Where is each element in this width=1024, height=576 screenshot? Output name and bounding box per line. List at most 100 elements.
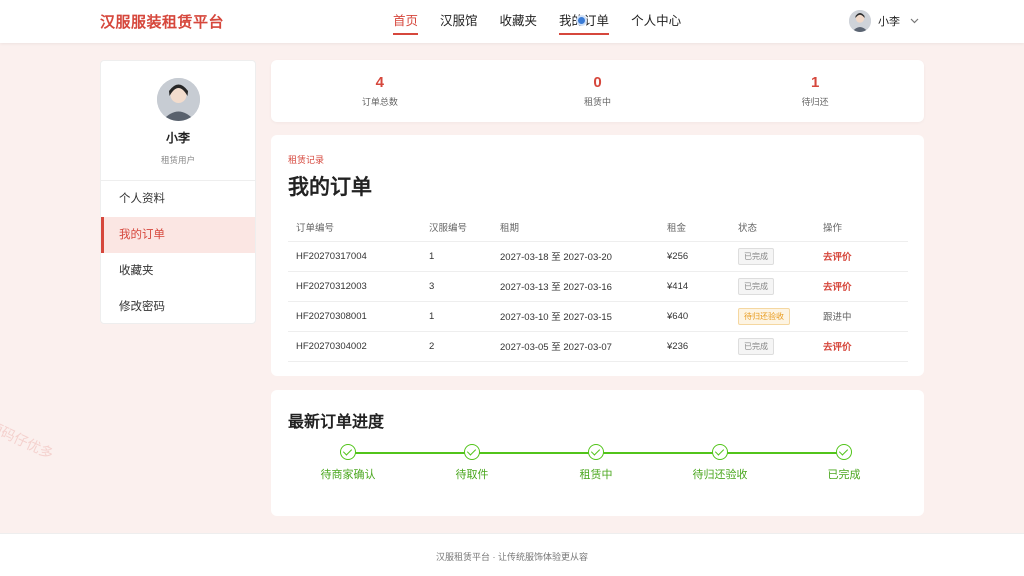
user-name: 小李 bbox=[878, 16, 900, 28]
footer: 汉服租赁平台 · 让传统服饰体验更从容 bbox=[0, 533, 1024, 576]
col-rent: 租金 bbox=[659, 213, 730, 242]
mouse-cursor-icon bbox=[576, 15, 588, 26]
nav-favorites-label: 收藏夹 bbox=[499, 14, 538, 28]
profile-role: 租赁用户 bbox=[160, 155, 195, 165]
chevron-down-icon bbox=[910, 16, 919, 26]
profile-name: 小李 bbox=[165, 131, 190, 145]
check-circle-icon bbox=[712, 444, 728, 460]
review-button[interactable]: 去评价 bbox=[823, 252, 852, 263]
brand-logo[interactable]: 汉服服装租赁平台 bbox=[100, 11, 224, 32]
table-row: HF20270304002 2 2027-03-05 至 2027-03-07 … bbox=[288, 331, 908, 362]
stats-card: 4 订单总数 0 租赁中 1 待归还 bbox=[271, 60, 924, 122]
stat-value: 4 bbox=[375, 74, 384, 91]
nav-personal-center-label: 个人中心 bbox=[631, 14, 682, 28]
stat-value: 1 bbox=[811, 74, 820, 91]
step-label: 待归还验收 bbox=[692, 469, 748, 481]
status-badge: 已完成 bbox=[738, 277, 774, 295]
cell-order-id: HF20270304002 bbox=[288, 331, 421, 362]
table-header-row: 订单编号 汉服编号 租期 租金 状态 操作 bbox=[288, 213, 908, 242]
stat-label: 租赁中 bbox=[584, 97, 612, 107]
cell-rent: ¥236 bbox=[659, 331, 730, 362]
col-item-id: 汉服编号 bbox=[421, 213, 492, 242]
order-progress-card: 最新订单进度 待商家确认 待取件 租赁中 待归还验收 已完成 bbox=[271, 390, 924, 516]
cell-item-id: 3 bbox=[421, 271, 492, 302]
nav-favorites[interactable]: 收藏夹 bbox=[500, 0, 538, 43]
stat-renting: 0 租赁中 bbox=[489, 60, 707, 122]
step-label: 租赁中 bbox=[579, 469, 613, 481]
sidebar: 小李 租赁用户 个人资料 我的订单 收藏夹 修改密码 bbox=[100, 60, 256, 324]
nav-hanfu-hall[interactable]: 汉服馆 bbox=[440, 0, 478, 43]
sidebar-item-profile[interactable]: 个人资料 bbox=[101, 181, 255, 217]
review-button[interactable]: 去评价 bbox=[823, 282, 852, 293]
cell-action: 去评价 bbox=[815, 331, 908, 362]
progress-step: 待取件 bbox=[422, 444, 522, 482]
progress-title: 最新订单进度 bbox=[288, 414, 385, 431]
orders-table: 订单编号 汉服编号 租期 租金 状态 操作 HF20270317004 1 20… bbox=[288, 213, 908, 362]
user-avatar-icon bbox=[156, 78, 200, 121]
nav-my-orders[interactable]: 我的订单 bbox=[559, 0, 610, 43]
table-row: HF20270308001 1 2027-03-10 至 2027-03-15 … bbox=[288, 301, 908, 332]
progress-step: 待归还验收 bbox=[670, 444, 770, 482]
cell-status: 待归还验收 bbox=[730, 301, 815, 332]
cell-item-id: 1 bbox=[421, 241, 492, 272]
col-status: 状态 bbox=[730, 213, 815, 242]
nav-personal-center[interactable]: 个人中心 bbox=[631, 0, 681, 43]
progress-step: 租赁中 bbox=[546, 444, 646, 482]
sidebar-item-favorites[interactable]: 收藏夹 bbox=[101, 253, 255, 289]
check-circle-icon bbox=[836, 444, 852, 460]
nav-hanfu-hall-label: 汉服馆 bbox=[440, 14, 478, 28]
nav-active-underline bbox=[393, 33, 419, 35]
step-label: 已完成 bbox=[827, 469, 861, 481]
cell-action: 去评价 bbox=[815, 241, 908, 272]
cell-order-id: HF20270317004 bbox=[288, 241, 421, 272]
cell-period: 2027-03-13 至 2027-03-16 bbox=[492, 271, 659, 302]
status-badge: 已完成 bbox=[738, 247, 774, 265]
step-label: 待取件 bbox=[455, 469, 489, 481]
status-badge: 已完成 bbox=[738, 337, 774, 355]
section-kicker: 租赁记录 bbox=[288, 155, 325, 165]
sidebar-item-my-orders[interactable]: 我的订单 bbox=[101, 217, 255, 253]
col-action: 操作 bbox=[815, 213, 908, 242]
profile-card: 小李 租赁用户 bbox=[101, 61, 255, 181]
stat-value: 0 bbox=[593, 74, 602, 91]
cell-period: 2027-03-10 至 2027-03-15 bbox=[492, 301, 659, 332]
progress-step: 已完成 bbox=[794, 444, 894, 482]
col-order-id: 订单编号 bbox=[288, 213, 421, 242]
check-circle-icon bbox=[588, 444, 604, 460]
table-row: HF20270317004 1 2027-03-18 至 2027-03-20 … bbox=[288, 241, 908, 272]
user-menu[interactable]: 小李 bbox=[849, 10, 919, 32]
main-nav: 首页 汉服馆 收藏夹 我的订单 个人中心 bbox=[393, 0, 703, 43]
step-label: 待商家确认 bbox=[320, 469, 376, 481]
cell-period: 2027-03-18 至 2027-03-20 bbox=[492, 241, 659, 272]
cell-status: 已完成 bbox=[730, 331, 815, 362]
cell-order-id: HF20270312003 bbox=[288, 271, 421, 302]
status-badge: 待归还验收 bbox=[738, 307, 790, 325]
table-row: HF20270312003 3 2027-03-13 至 2027-03-16 … bbox=[288, 271, 908, 302]
stat-to-return: 1 待归还 bbox=[706, 60, 924, 122]
nav-underline bbox=[559, 33, 610, 35]
following-status: 跟进中 bbox=[823, 312, 852, 323]
cell-item-id: 1 bbox=[421, 301, 492, 332]
avatar bbox=[849, 10, 871, 32]
cell-rent: ¥256 bbox=[659, 241, 730, 272]
review-button[interactable]: 去评价 bbox=[823, 342, 852, 353]
user-avatar-icon bbox=[849, 10, 871, 32]
cell-rent: ¥414 bbox=[659, 271, 730, 302]
cell-item-id: 2 bbox=[421, 331, 492, 362]
cell-status: 已完成 bbox=[730, 241, 815, 272]
orders-card: 租赁记录 我的订单 订单编号 汉服编号 租期 租金 状态 操作 HF202703… bbox=[271, 135, 924, 376]
check-circle-icon bbox=[340, 444, 356, 460]
cell-rent: ¥640 bbox=[659, 301, 730, 332]
nav-home[interactable]: 首页 bbox=[393, 0, 419, 43]
nav-home-label: 首页 bbox=[393, 14, 419, 28]
cell-period: 2027-03-05 至 2027-03-07 bbox=[492, 331, 659, 362]
page-title: 我的订单 bbox=[288, 176, 372, 199]
cell-status: 已完成 bbox=[730, 271, 815, 302]
sidebar-item-change-password[interactable]: 修改密码 bbox=[101, 289, 255, 323]
check-circle-icon bbox=[464, 444, 480, 460]
cell-action: 跟进中 bbox=[815, 301, 908, 332]
stat-total-orders: 4 订单总数 bbox=[271, 60, 489, 122]
stat-label: 待归还 bbox=[801, 97, 829, 107]
progress-step: 待商家确认 bbox=[298, 444, 398, 482]
stat-label: 订单总数 bbox=[361, 97, 398, 107]
